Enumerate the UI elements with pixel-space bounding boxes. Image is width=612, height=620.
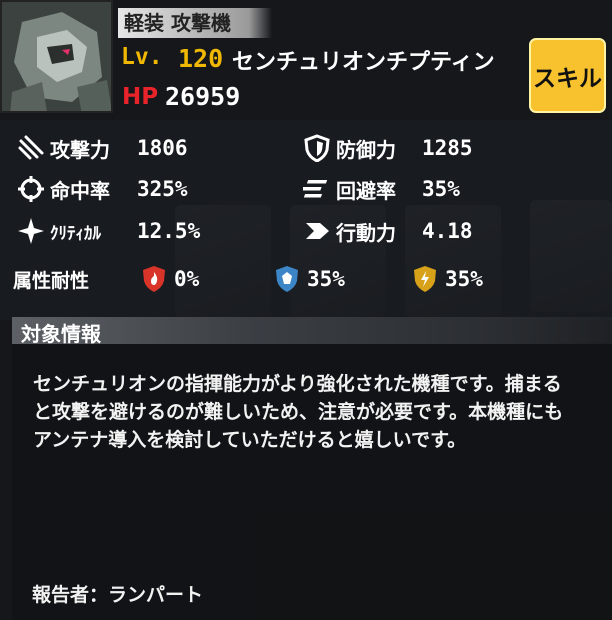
crosshair-icon	[16, 174, 46, 204]
hp-value: 26959	[165, 82, 241, 111]
level-value: 120	[178, 44, 224, 73]
resistance-label: 属性耐性	[13, 270, 90, 292]
unit-class-label: 軽装 攻撃機	[118, 8, 272, 38]
stat-defense-value: 1285	[422, 136, 473, 160]
lightning-shield-icon	[413, 265, 437, 293]
stat-evasion-value: 35%	[422, 177, 460, 201]
stat-critical-value: 12.5%	[137, 219, 201, 243]
stat-evasion: 回避率	[302, 172, 396, 206]
resistance-fire: 0%	[142, 264, 199, 294]
unit-description: センチュリオンの指揮能力がより強化された機種です。捕まると攻撃を避けるのが難しい…	[33, 373, 564, 451]
unit-name: センチュリオンチプティン	[232, 50, 495, 75]
evasion-lines-icon	[302, 174, 332, 204]
resistance-ice-value: 35%	[307, 267, 345, 291]
resistance-electric-value: 35%	[445, 267, 483, 291]
resistance-fire-value: 0%	[174, 267, 200, 291]
hp-label: HP	[122, 84, 159, 110]
info-title: 対象情報	[21, 322, 101, 346]
mech-portrait-icon	[2, 2, 111, 111]
stat-critical: ｸﾘﾃｨｶﾙ	[16, 214, 101, 248]
stat-action-value: 4.18	[422, 219, 473, 243]
fire-shield-icon	[142, 265, 166, 293]
stat-attack-label: 攻撃力	[50, 137, 110, 162]
chevron-right-icon	[302, 216, 332, 246]
stat-action-label: 行動力	[336, 220, 396, 245]
stat-evasion-label: 回避率	[336, 178, 396, 203]
resistance-electric: 35%	[413, 264, 483, 294]
unit-portrait	[0, 0, 113, 113]
sparkle-icon	[16, 216, 46, 246]
stat-accuracy-label: 命中率	[50, 178, 110, 203]
stat-action: 行動力	[302, 214, 396, 248]
resistance-ice: 35%	[275, 264, 345, 294]
shield-icon	[302, 133, 332, 163]
missile-icon	[16, 133, 46, 163]
skill-button[interactable]: スキル	[529, 38, 606, 113]
stat-critical-label: ｸﾘﾃｨｶﾙ	[50, 223, 101, 244]
stat-defense: 防御力	[302, 131, 396, 165]
level-label: Lv.	[121, 44, 163, 70]
stat-accuracy: 命中率	[16, 172, 110, 206]
stat-accuracy-value: 325%	[137, 177, 188, 201]
stat-defense-label: 防御力	[336, 137, 396, 162]
stat-attack-value: 1806	[137, 136, 188, 160]
ice-shield-icon	[275, 265, 299, 293]
info-header-bar	[12, 317, 612, 344]
reporter-line: 報告者：ランパート	[32, 584, 204, 606]
stat-attack: 攻撃力	[16, 131, 110, 165]
